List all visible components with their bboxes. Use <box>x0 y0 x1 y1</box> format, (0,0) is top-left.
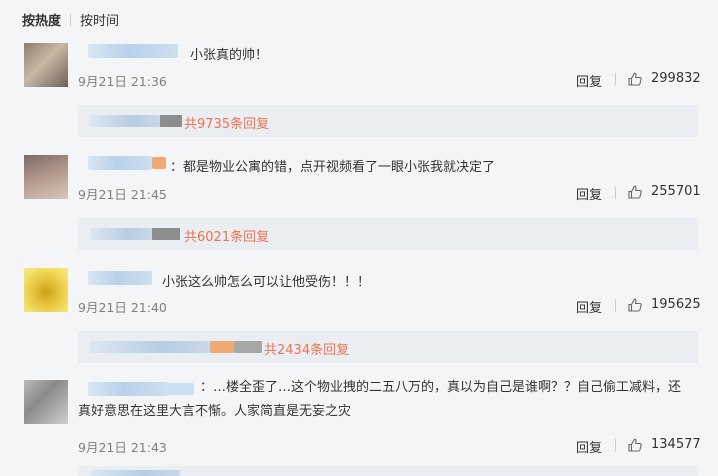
like-count: 134577 <box>651 437 701 452</box>
comment-time: 9月21日 21:40 <box>78 300 167 315</box>
avatar[interactable] <box>24 155 68 199</box>
sub-replies-box: 共2434条回复 <box>78 331 698 363</box>
username-blurred[interactable] <box>88 271 152 285</box>
thumbs-up-icon[interactable] <box>628 298 642 312</box>
view-replies-link[interactable]: 共9735条回复 <box>184 113 269 132</box>
username-blurred[interactable] <box>88 44 178 58</box>
username-blurred <box>152 157 166 169</box>
sub-reply-user-blurred <box>90 115 160 127</box>
comment-text: 小张真的帅！ <box>190 48 269 63</box>
sub-reply-user-blurred <box>90 470 180 476</box>
reply-button[interactable]: 回复 <box>576 437 602 456</box>
like-count: 299832 <box>651 71 701 86</box>
sub-reply-user-blurred <box>152 228 180 240</box>
action-divider <box>615 299 616 312</box>
avatar[interactable] <box>24 268 68 312</box>
sub-replies-box: 共9735条回复 <box>78 105 698 137</box>
action-divider <box>615 73 616 86</box>
sort-by-hot-tab[interactable]: 按热度 <box>22 10 61 29</box>
sub-reply-user-blurred <box>160 115 182 127</box>
view-replies-link[interactable]: 共6021条回复 <box>184 226 269 245</box>
like-count: 255701 <box>651 184 701 199</box>
view-replies-link[interactable]: 共2434条回复 <box>264 339 349 358</box>
sub-reply-user-blurred <box>234 341 262 353</box>
sort-by-time-tab[interactable]: 按时间 <box>80 10 119 29</box>
sub-reply-user-blurred <box>90 341 210 353</box>
sub-reply-user-blurred <box>210 341 234 353</box>
comment-time: 9月21日 21:36 <box>78 74 167 89</box>
sort-divider <box>70 13 72 26</box>
username-blurred[interactable] <box>88 156 152 170</box>
action-divider <box>615 439 616 452</box>
thumbs-up-icon[interactable] <box>628 438 642 452</box>
thumbs-up-icon[interactable] <box>628 185 642 199</box>
comment-time: 9月21日 21:43 <box>78 440 167 455</box>
avatar[interactable] <box>24 380 68 424</box>
comment-text: 小张这么帅怎么可以让他受伤！！！ <box>162 275 371 290</box>
reply-button[interactable]: 回复 <box>576 71 602 90</box>
comment-time: 9月21日 21:45 <box>78 187 167 202</box>
thumbs-up-icon[interactable] <box>628 72 642 86</box>
reply-button[interactable]: 回复 <box>576 184 602 203</box>
reply-button[interactable]: 回复 <box>576 297 602 316</box>
like-count: 195625 <box>651 297 701 312</box>
sub-replies-box: 共6021条回复 <box>78 218 698 250</box>
avatar[interactable] <box>24 43 68 87</box>
sort-bar: 按热度 按时间 <box>22 10 119 29</box>
action-divider <box>615 186 616 199</box>
comment-text: ：都是物业公寓的错，点开视频看了一眼小张我就决定了 <box>170 160 496 175</box>
sub-reply-user-blurred <box>90 228 152 240</box>
sub-replies-box <box>78 466 698 476</box>
comment-text: ：…楼全歪了…这个物业拽的二五八万的，真以为自己是谁啊？？自己偷工减料，还真好意… <box>78 380 682 419</box>
